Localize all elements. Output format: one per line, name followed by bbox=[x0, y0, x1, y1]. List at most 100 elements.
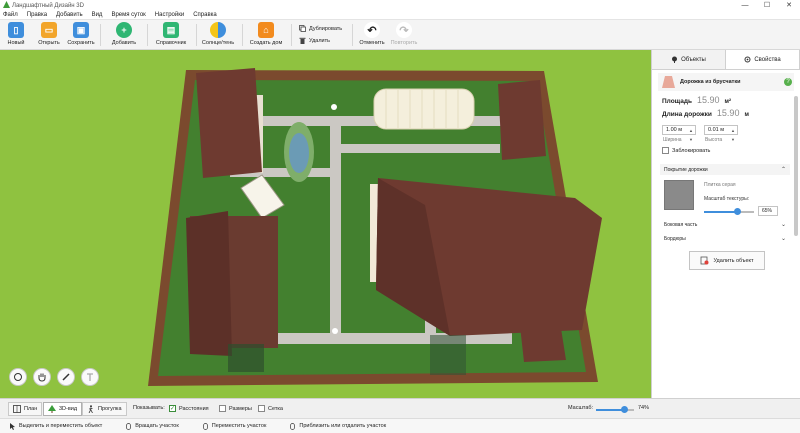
scale-label: Масштаб: bbox=[568, 405, 594, 411]
status-hint: Вращать участок bbox=[125, 422, 179, 430]
close-button[interactable]: ✕ bbox=[778, 0, 800, 11]
texture-scale-input[interactable]: 65% bbox=[758, 206, 778, 216]
tab-properties[interactable]: Свойства bbox=[726, 50, 800, 69]
toolbar-divider bbox=[242, 24, 243, 46]
lock-checkbox-box[interactable] bbox=[662, 147, 669, 154]
house-shadow bbox=[430, 335, 466, 375]
sun-shade-button[interactable]: Солнце/тень bbox=[200, 22, 236, 46]
reference-button[interactable]: ▤ Справочник bbox=[152, 22, 190, 46]
borders-section[interactable]: Бордюры ⌄ bbox=[660, 233, 790, 244]
new-button[interactable]: ▯ Новый bbox=[4, 22, 28, 46]
menu-settings[interactable]: Настройки bbox=[155, 12, 184, 18]
scale-slider[interactable] bbox=[596, 406, 634, 413]
toolbar-divider bbox=[147, 24, 148, 46]
width-value: 1.00 м bbox=[666, 127, 683, 133]
delete-button[interactable]: Удалить bbox=[299, 37, 330, 44]
stepper-arrows-icon[interactable]: ▲ ▼ bbox=[689, 126, 693, 144]
side-part-label: Боковая часть bbox=[664, 221, 698, 228]
menu-time-of-day[interactable]: Время суток bbox=[111, 12, 145, 18]
scale-fill bbox=[596, 409, 625, 411]
menu-file[interactable]: Файл bbox=[3, 12, 18, 18]
rotate-view-button[interactable] bbox=[9, 368, 27, 386]
status-rotate-label: Вращать участок bbox=[135, 423, 179, 429]
tab-objects-label: Объекты bbox=[681, 56, 706, 63]
panel-scrollbar[interactable] bbox=[794, 96, 798, 236]
shed-roof bbox=[498, 80, 546, 160]
build-house-button[interactable]: ⌂ Создать дом bbox=[248, 22, 284, 46]
status-move-label: Переместить участок bbox=[211, 423, 267, 429]
coating-section-header[interactable]: Покрытие дорожки ⌃ bbox=[660, 164, 790, 175]
properties-panel: Объекты Свойства Дорожка из брусчатки ? … bbox=[651, 50, 800, 398]
grid-checkbox-box[interactable] bbox=[258, 405, 265, 412]
sizes-checkbox-box[interactable] bbox=[219, 405, 226, 412]
pan-view-button[interactable] bbox=[33, 368, 51, 386]
show-label: Показывать: bbox=[133, 405, 165, 411]
help-icon[interactable]: ? bbox=[784, 78, 792, 86]
menu-view[interactable]: Вид bbox=[92, 12, 103, 18]
duplicate-button[interactable]: Дублировать bbox=[299, 25, 342, 32]
3d-viewport[interactable] bbox=[0, 50, 651, 398]
side-part-section[interactable]: Боковая часть ⌄ bbox=[660, 219, 790, 230]
texture-thumbnail[interactable] bbox=[664, 180, 694, 210]
walk-view-button[interactable]: Прогулка bbox=[82, 402, 127, 416]
path-node-handle[interactable] bbox=[332, 328, 338, 334]
tree-icon bbox=[672, 56, 678, 63]
menu-add[interactable]: Добавить bbox=[56, 12, 83, 18]
path-node-handle[interactable] bbox=[331, 104, 337, 110]
menu-help[interactable]: Справка bbox=[193, 12, 217, 18]
window-title: Ландшафтный Дизайн 3D bbox=[12, 2, 84, 9]
checkmark-icon[interactable]: ✓ bbox=[169, 405, 176, 412]
zoom-mouse-icon bbox=[290, 422, 296, 430]
distances-checkbox[interactable]: ✓ Расстояния bbox=[169, 405, 209, 412]
shed-roof bbox=[196, 68, 262, 178]
tab-objects[interactable]: Объекты bbox=[652, 50, 726, 69]
object-header: Дорожка из брусчатки bbox=[658, 73, 794, 91]
menu-edit[interactable]: Правка bbox=[27, 12, 47, 18]
texture-name: Плитка серая bbox=[704, 182, 736, 188]
lock-label: Заблокировать bbox=[672, 147, 711, 154]
area-label: Площадь bbox=[662, 98, 692, 105]
sizes-checkbox[interactable]: Размеры bbox=[219, 405, 252, 412]
viewport-tools bbox=[9, 368, 99, 386]
lock-checkbox[interactable]: Заблокировать bbox=[662, 147, 710, 154]
area-value: 15.90 bbox=[697, 95, 720, 105]
toolbar-divider bbox=[100, 24, 101, 46]
stepper-arrows-icon[interactable]: ▲ ▼ bbox=[731, 126, 735, 144]
ruler-icon bbox=[62, 373, 70, 381]
3d-view-button[interactable]: 3D-вид bbox=[43, 402, 83, 416]
build-house-label: Создать дом bbox=[249, 40, 283, 46]
maximize-button[interactable]: ☐ bbox=[756, 0, 778, 11]
barn-shadow bbox=[228, 344, 264, 372]
texture-scale-label: Масштаб текстуры: bbox=[704, 196, 750, 202]
undo-icon: ↶ bbox=[364, 22, 380, 38]
save-button[interactable]: ▣ Сохранить bbox=[67, 22, 95, 46]
menu-bar: Файл Правка Добавить Вид Время суток Нас… bbox=[0, 11, 800, 20]
status-select-label: Выделить и переместить объект bbox=[19, 423, 103, 429]
book-icon: ▤ bbox=[163, 22, 179, 38]
height-value: 0.01 м bbox=[708, 127, 725, 133]
width-stepper[interactable]: 1.00 м ▲ ▼ bbox=[662, 125, 696, 142]
measure-button[interactable] bbox=[57, 368, 75, 386]
chevron-down-icon: ⌄ bbox=[780, 222, 786, 228]
delete-object-button[interactable]: Удалить объект bbox=[689, 251, 765, 270]
grid-checkbox[interactable]: Сетка bbox=[258, 405, 283, 412]
open-button[interactable]: ▭ Открыть bbox=[36, 22, 62, 46]
delete-object-icon bbox=[701, 256, 709, 265]
minimize-button[interactable]: — bbox=[734, 0, 756, 11]
add-button[interactable]: + Добавить bbox=[109, 22, 139, 46]
new-file-icon: ▯ bbox=[8, 22, 24, 38]
plan-view-button[interactable]: План bbox=[8, 402, 43, 416]
texture-scale-slider[interactable] bbox=[704, 208, 754, 215]
tab-properties-label: Свойства bbox=[754, 56, 781, 63]
slider-handle[interactable] bbox=[621, 406, 629, 413]
title-bar: Ландшафтный Дизайн 3D — ☐ ✕ bbox=[0, 0, 800, 11]
tree-3d-icon bbox=[48, 405, 56, 413]
view-bar: План 3D-вид Прогулка Показывать: ✓ Рассто… bbox=[0, 398, 800, 418]
text-tool-button[interactable] bbox=[81, 368, 99, 386]
redo-button[interactable]: ↷ Повторить bbox=[389, 22, 419, 46]
length-row: Длина дорожки 15.90 м bbox=[662, 108, 749, 118]
walking-person-icon bbox=[88, 405, 93, 413]
slider-handle[interactable] bbox=[733, 208, 741, 215]
height-stepper[interactable]: 0.01 м ▲ ▼ bbox=[704, 125, 738, 142]
undo-button[interactable]: ↶ Отменить bbox=[357, 22, 387, 46]
